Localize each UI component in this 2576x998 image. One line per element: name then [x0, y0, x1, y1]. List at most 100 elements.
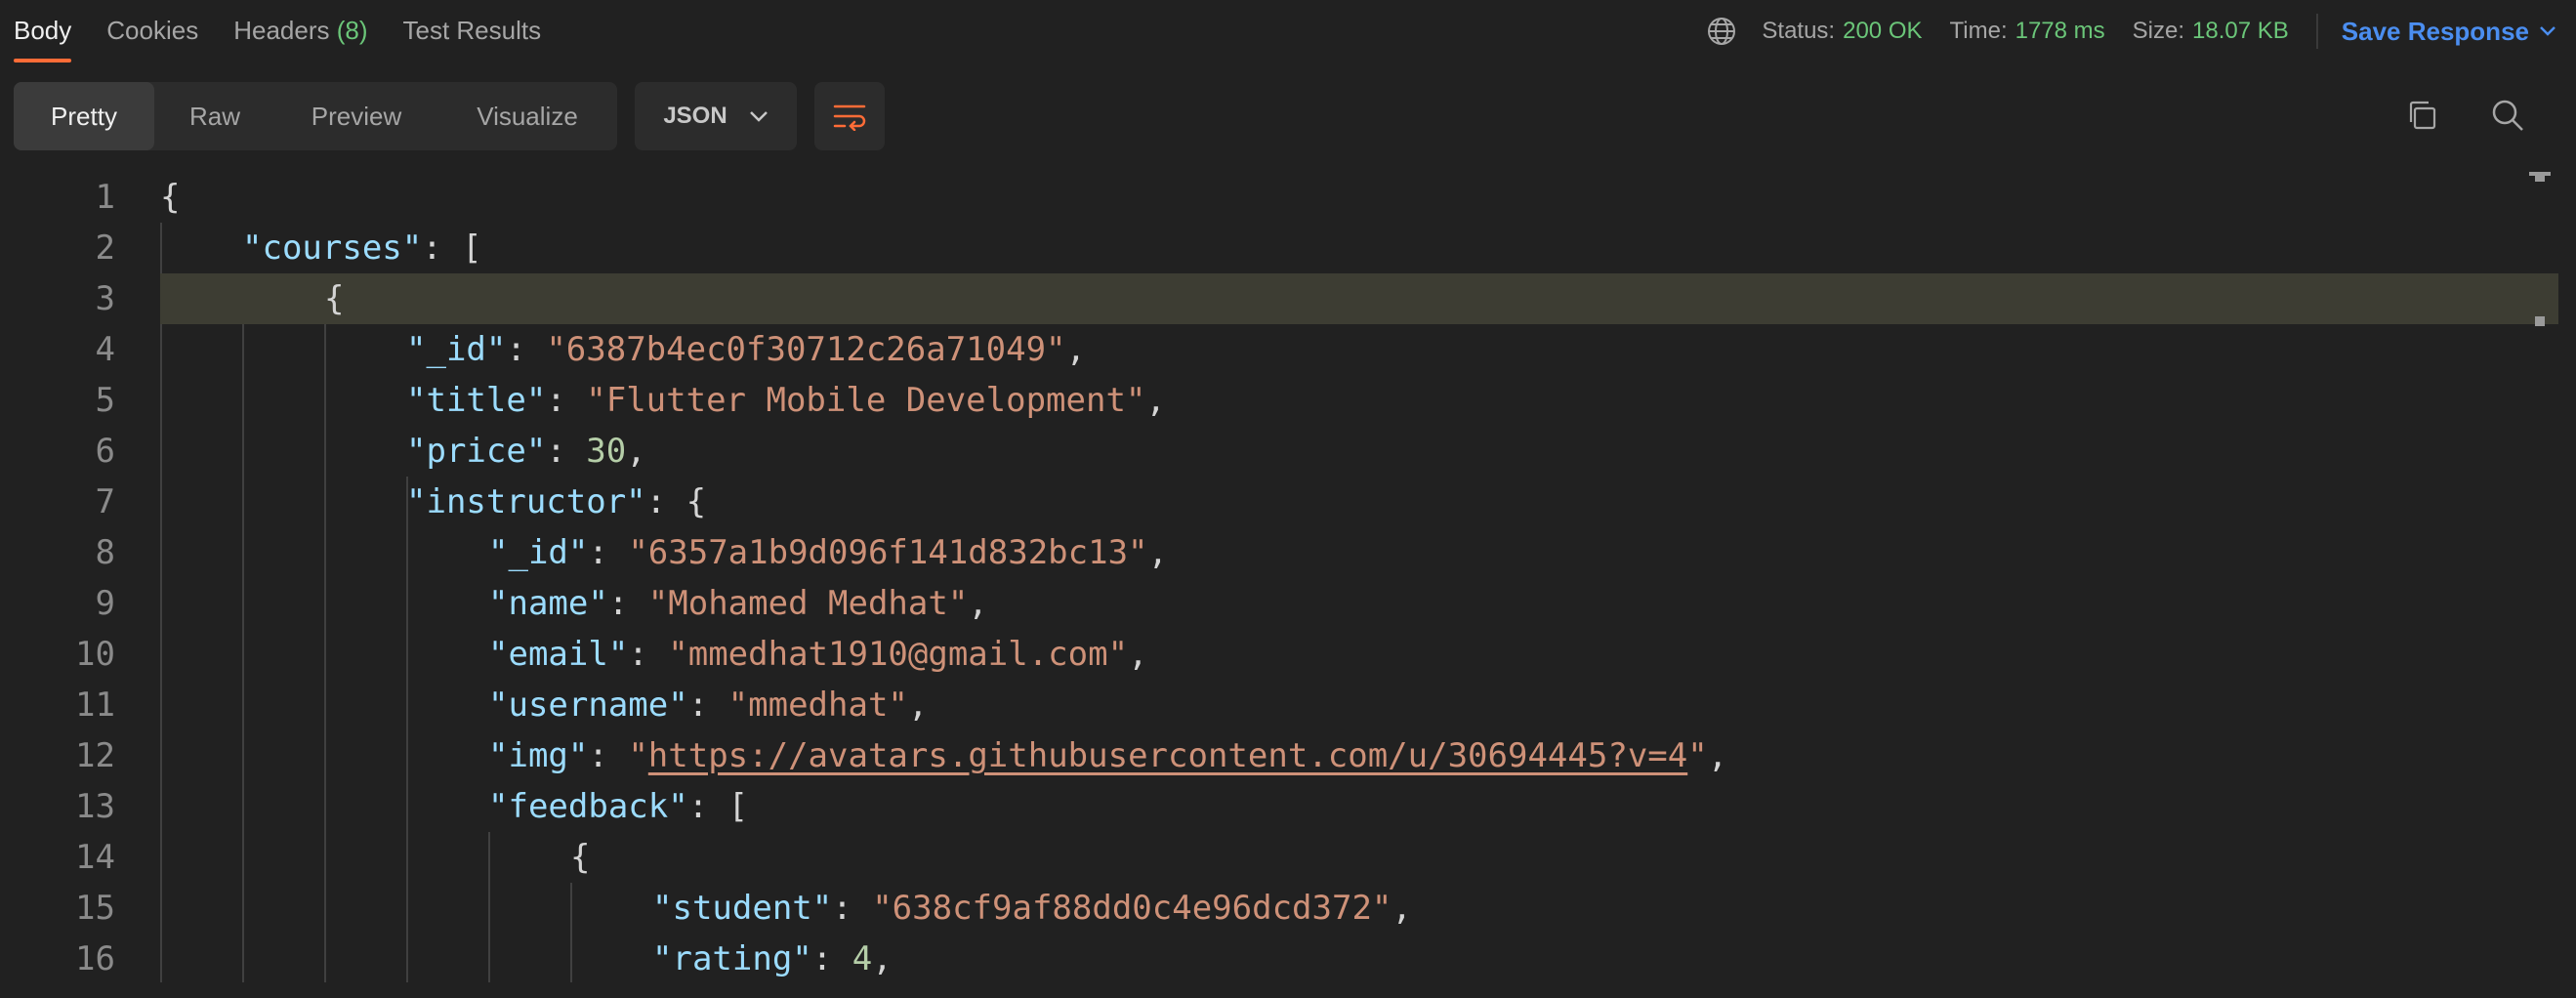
code-line: 2 "courses": [: [0, 223, 2558, 273]
line-number: 9: [95, 584, 115, 623]
chevron-down-icon: [2540, 26, 2555, 36]
copy-button[interactable]: [2402, 96, 2441, 135]
json-punct: :: [546, 381, 587, 420]
json-url-link[interactable]: https://avatars.githubusercontent.com/u/…: [648, 736, 1687, 775]
globe-icon[interactable]: [1707, 17, 1736, 46]
tab-cookies[interactable]: Cookies: [106, 0, 198, 62]
json-punct: ,: [968, 584, 988, 623]
size-label: Size:: [2132, 18, 2185, 44]
line-number: 11: [75, 686, 115, 725]
json-string: "Flutter Mobile Development": [586, 381, 1146, 420]
code-text: "img": "https://avatars.githubuserconten…: [488, 730, 1727, 781]
view-preview-button[interactable]: Preview: [275, 82, 437, 150]
code-line: 8 "_id": "6357a1b9d096f141d832bc13",: [0, 527, 2558, 578]
json-number: 30: [586, 432, 627, 471]
json-key: "_id": [488, 533, 589, 572]
copy-icon: [2409, 101, 2436, 130]
code-text: "_id": "6387b4ec0f30712c26a71049",: [406, 324, 1086, 375]
json-string: "mmedhat": [727, 686, 908, 725]
editor-scrollbar[interactable]: [2529, 168, 2551, 986]
json-punct: :: [607, 584, 648, 623]
size-value[interactable]: 18.07 KB: [2192, 18, 2289, 45]
json-punct: : {: [645, 482, 707, 521]
format-select-value: JSON: [663, 103, 727, 129]
code-line: 11 "username": "mmedhat",: [0, 680, 2558, 730]
code-line: 16 "rating": 4,: [0, 934, 2558, 982]
tab-cookies-label: Cookies: [106, 16, 199, 45]
json-punct: ,: [1392, 889, 1412, 928]
json-punct: :: [506, 330, 547, 369]
code-line: 9 "name": "Mohamed Medhat",: [0, 578, 2558, 629]
code-text: "student": "638cf9af88dd0c4e96dcd372",: [652, 883, 1412, 934]
code-text: "_id": "6357a1b9d096f141d832bc13",: [488, 527, 1168, 578]
json-punct: ,: [1128, 635, 1148, 674]
code-text: "username": "mmedhat",: [488, 680, 928, 730]
code-line: 13 "feedback": [: [0, 781, 2558, 832]
code-line: 4 "_id": "6387b4ec0f30712c26a71049",: [0, 324, 2558, 375]
json-punct: : [: [687, 787, 749, 826]
json-punct: :: [546, 432, 587, 471]
json-punct: :: [588, 736, 629, 775]
scrollbar-marker: [2535, 316, 2545, 326]
tab-test-results-label: Test Results: [402, 16, 542, 45]
json-string: "638cf9af88dd0c4e96dcd372": [872, 889, 1392, 928]
time-label: Time:: [1949, 18, 2008, 44]
json-key: "email": [488, 635, 629, 674]
response-status-bar: Status: 200 OK Time: 1778 ms Size: 18.07…: [1707, 0, 2576, 62]
status-divider: [2315, 14, 2318, 49]
view-visualize-button[interactable]: Visualize: [437, 82, 617, 150]
line-number: 4: [95, 330, 115, 369]
json-key: "username": [488, 686, 688, 725]
json-key: "rating": [652, 939, 812, 978]
json-quote: ": [628, 736, 648, 775]
wrap-lines-button[interactable]: [814, 82, 885, 150]
code-text: {: [324, 279, 345, 318]
code-text: "email": "mmedhat1910@gmail.com",: [488, 629, 1148, 680]
code-line: 12 "img": "https://avatars.githubusercont…: [0, 730, 2558, 781]
response-body-editor[interactable]: 1{ 2 "courses": [ 3{ 4 "_id": "6387b4ec0f3…: [0, 172, 2558, 982]
status-value[interactable]: 200 OK: [1843, 18, 1922, 45]
json-number: 4: [852, 939, 873, 978]
search-button[interactable]: [2488, 96, 2527, 135]
json-punct: :: [628, 635, 669, 674]
json-key: "title": [406, 381, 547, 420]
code-text: "feedback": [: [488, 781, 748, 832]
view-pretty-button[interactable]: Pretty: [14, 82, 154, 150]
line-number: 8: [95, 533, 115, 572]
json-quote: ": [1687, 736, 1708, 775]
line-number: 14: [75, 838, 115, 877]
status-label: Status:: [1762, 18, 1836, 44]
json-punct: :: [811, 939, 852, 978]
json-key: "name": [488, 584, 608, 623]
line-number: 10: [75, 635, 115, 674]
save-response-button[interactable]: Save Response: [2342, 17, 2556, 47]
code-line: 10 "email": "mmedhat1910@gmail.com",: [0, 629, 2558, 680]
chevron-down-icon: [749, 111, 768, 122]
tab-body-label: Body: [14, 16, 72, 45]
line-number: 1: [95, 178, 115, 217]
line-number: 7: [95, 482, 115, 521]
code-line: 6 "price": 30,: [0, 426, 2558, 477]
code-text: "title": "Flutter Mobile Development",: [406, 375, 1166, 426]
line-number: 15: [75, 889, 115, 928]
line-number: 2: [95, 229, 115, 268]
tab-headers[interactable]: Headers (8): [233, 0, 367, 62]
headers-count: (8): [336, 16, 368, 45]
format-select[interactable]: JSON: [635, 82, 797, 150]
view-raw-button[interactable]: Raw: [154, 82, 275, 150]
json-punct: ,: [872, 939, 893, 978]
json-key: "img": [488, 736, 589, 775]
json-key: "price": [406, 432, 547, 471]
tab-headers-label: Headers: [233, 16, 330, 45]
line-number: 13: [75, 787, 115, 826]
view-mode-group: Pretty Raw Preview Visualize: [14, 82, 617, 150]
tab-body[interactable]: Body: [14, 0, 72, 62]
code-line: 1{: [0, 172, 2558, 223]
json-punct: ,: [907, 686, 929, 725]
time-value[interactable]: 1778 ms: [2015, 18, 2105, 45]
line-number: 5: [95, 381, 115, 420]
code-line: 7 "instructor": {: [0, 477, 2558, 527]
tab-test-results[interactable]: Test Results: [403, 0, 542, 62]
code-text: "name": "Mohamed Medhat",: [488, 578, 988, 629]
view-preview-label: Preview: [311, 101, 402, 131]
